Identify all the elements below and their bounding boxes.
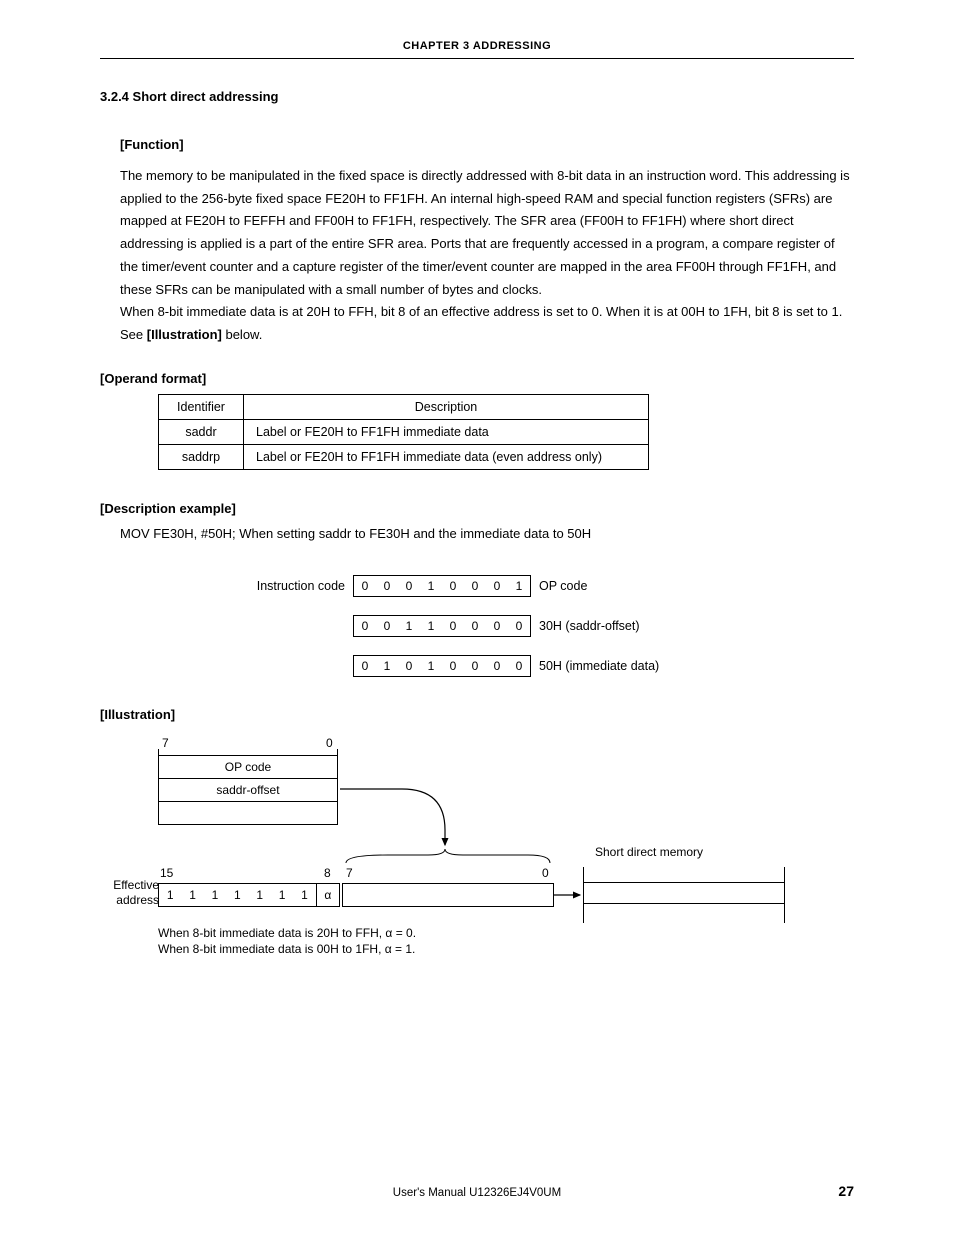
bit: 1 <box>420 656 442 676</box>
bit: 0 <box>354 616 376 636</box>
bit: 0 <box>486 656 508 676</box>
effective-address-label: Effective address <box>113 878 159 908</box>
bit: 0 <box>486 576 508 596</box>
operand-table: Identifier Description saddr Label or FE… <box>158 394 649 470</box>
bit: 1 <box>420 616 442 636</box>
instruction-note: 50H (immediate data) <box>539 659 659 673</box>
function-paragraph-2b: below. <box>222 327 262 342</box>
eff-bit: 1 <box>271 884 293 906</box>
cell-id: saddrp <box>159 444 244 469</box>
description-example-text: MOV FE30H, #50H; When setting saddr to F… <box>120 524 854 545</box>
effective-address-low-box <box>342 883 554 907</box>
table-row: saddrp Label or FE20H to FF1FH immediate… <box>159 444 649 469</box>
tick-8: 8 <box>324 866 331 880</box>
table-row: saddr Label or FE20H to FF1FH immediate … <box>159 419 649 444</box>
tick-7: 7 <box>162 736 169 750</box>
chapter-header: CHAPTER 3 ADDRESSING <box>100 40 854 59</box>
footnote-line-1: When 8-bit immediate data is 20H to FFH,… <box>158 925 416 941</box>
illustration-ref: [Illustration] <box>147 327 222 342</box>
function-paragraph-2: When 8-bit immediate data is at 20H to F… <box>120 301 854 347</box>
description-example-heading: [Description example] <box>100 501 854 516</box>
bit: 0 <box>464 616 486 636</box>
footnote-line-2: When 8-bit immediate data is 00H to 1FH,… <box>158 941 416 957</box>
section-title: 3.2.4 Short direct addressing <box>100 89 854 104</box>
instruction-row: Instruction code 0 0 0 1 0 0 0 1 OP code <box>100 575 854 597</box>
eff-bit: 1 <box>293 884 315 906</box>
eff-bit: 1 <box>181 884 203 906</box>
bit: 0 <box>486 616 508 636</box>
eff-bit: 1 <box>204 884 226 906</box>
tick-0b: 0 <box>542 866 549 880</box>
eff-bit: 1 <box>249 884 271 906</box>
illustration-diagram: 7 0 OP code saddr-offset 15 8 7 0 <box>100 730 854 950</box>
illustration-footnote: When 8-bit immediate data is 20H to FFH,… <box>158 925 416 957</box>
bit: 0 <box>442 656 464 676</box>
operand-format-heading: [Operand format] <box>100 371 854 386</box>
bit: 0 <box>442 576 464 596</box>
instruction-note: 30H (saddr-offset) <box>539 619 640 633</box>
cell-desc: Label or FE20H to FF1FH immediate data (… <box>244 444 649 469</box>
tick-15: 15 <box>160 866 173 880</box>
bitbox: 0 1 0 1 0 0 0 0 <box>353 655 531 677</box>
instruction-code-label: Instruction code <box>100 579 353 593</box>
bit: 0 <box>354 576 376 596</box>
bitbox: 0 0 0 1 0 0 0 1 <box>353 575 531 597</box>
bit: 0 <box>464 656 486 676</box>
effective-address-label-1: Effective <box>113 878 159 892</box>
instruction-note: OP code <box>539 579 587 593</box>
alpha-bit: α <box>316 884 339 906</box>
bit: 1 <box>508 576 530 596</box>
page-number: 27 <box>838 1183 854 1199</box>
bit: 1 <box>398 616 420 636</box>
page-footer: User's Manual U12326EJ4V0UM 27 <box>0 1187 954 1199</box>
manual-id: User's Manual U12326EJ4V0UM <box>0 1187 954 1199</box>
bit: 0 <box>442 616 464 636</box>
function-heading: [Function] <box>120 134 854 157</box>
instruction-code-block: Instruction code 0 0 0 1 0 0 0 1 OP code… <box>100 575 854 677</box>
eff-bit: 1 <box>226 884 248 906</box>
function-paragraph-1: The memory to be manipulated in the fixe… <box>120 165 854 302</box>
bitbox: 0 0 1 1 0 0 0 0 <box>353 615 531 637</box>
bit: 0 <box>376 616 398 636</box>
bit: 0 <box>508 616 530 636</box>
effective-address-high-box: 1 1 1 1 1 1 1 α <box>158 883 340 907</box>
effective-address-label-2: address <box>116 893 159 907</box>
bit: 0 <box>376 576 398 596</box>
short-direct-memory-label: Short direct memory <box>595 845 703 859</box>
th-description: Description <box>244 394 649 419</box>
instruction-row: 0 1 0 1 0 0 0 0 50H (immediate data) <box>100 655 854 677</box>
bit: 0 <box>464 576 486 596</box>
bit: 1 <box>420 576 442 596</box>
bit: 1 <box>376 656 398 676</box>
bit: 0 <box>398 576 420 596</box>
instruction-row: 0 0 1 1 0 0 0 0 30H (saddr-offset) <box>100 615 854 637</box>
short-direct-memory-box <box>583 867 785 923</box>
illustration-heading: [Illustration] <box>100 707 854 722</box>
tick-7b: 7 <box>346 866 353 880</box>
cell-id: saddr <box>159 419 244 444</box>
cell-desc: Label or FE20H to FF1FH immediate data <box>244 419 649 444</box>
th-identifier: Identifier <box>159 394 244 419</box>
tick-0: 0 <box>326 736 333 750</box>
eff-bit: 1 <box>159 884 181 906</box>
bit: 0 <box>398 656 420 676</box>
bit: 0 <box>508 656 530 676</box>
bit: 0 <box>354 656 376 676</box>
